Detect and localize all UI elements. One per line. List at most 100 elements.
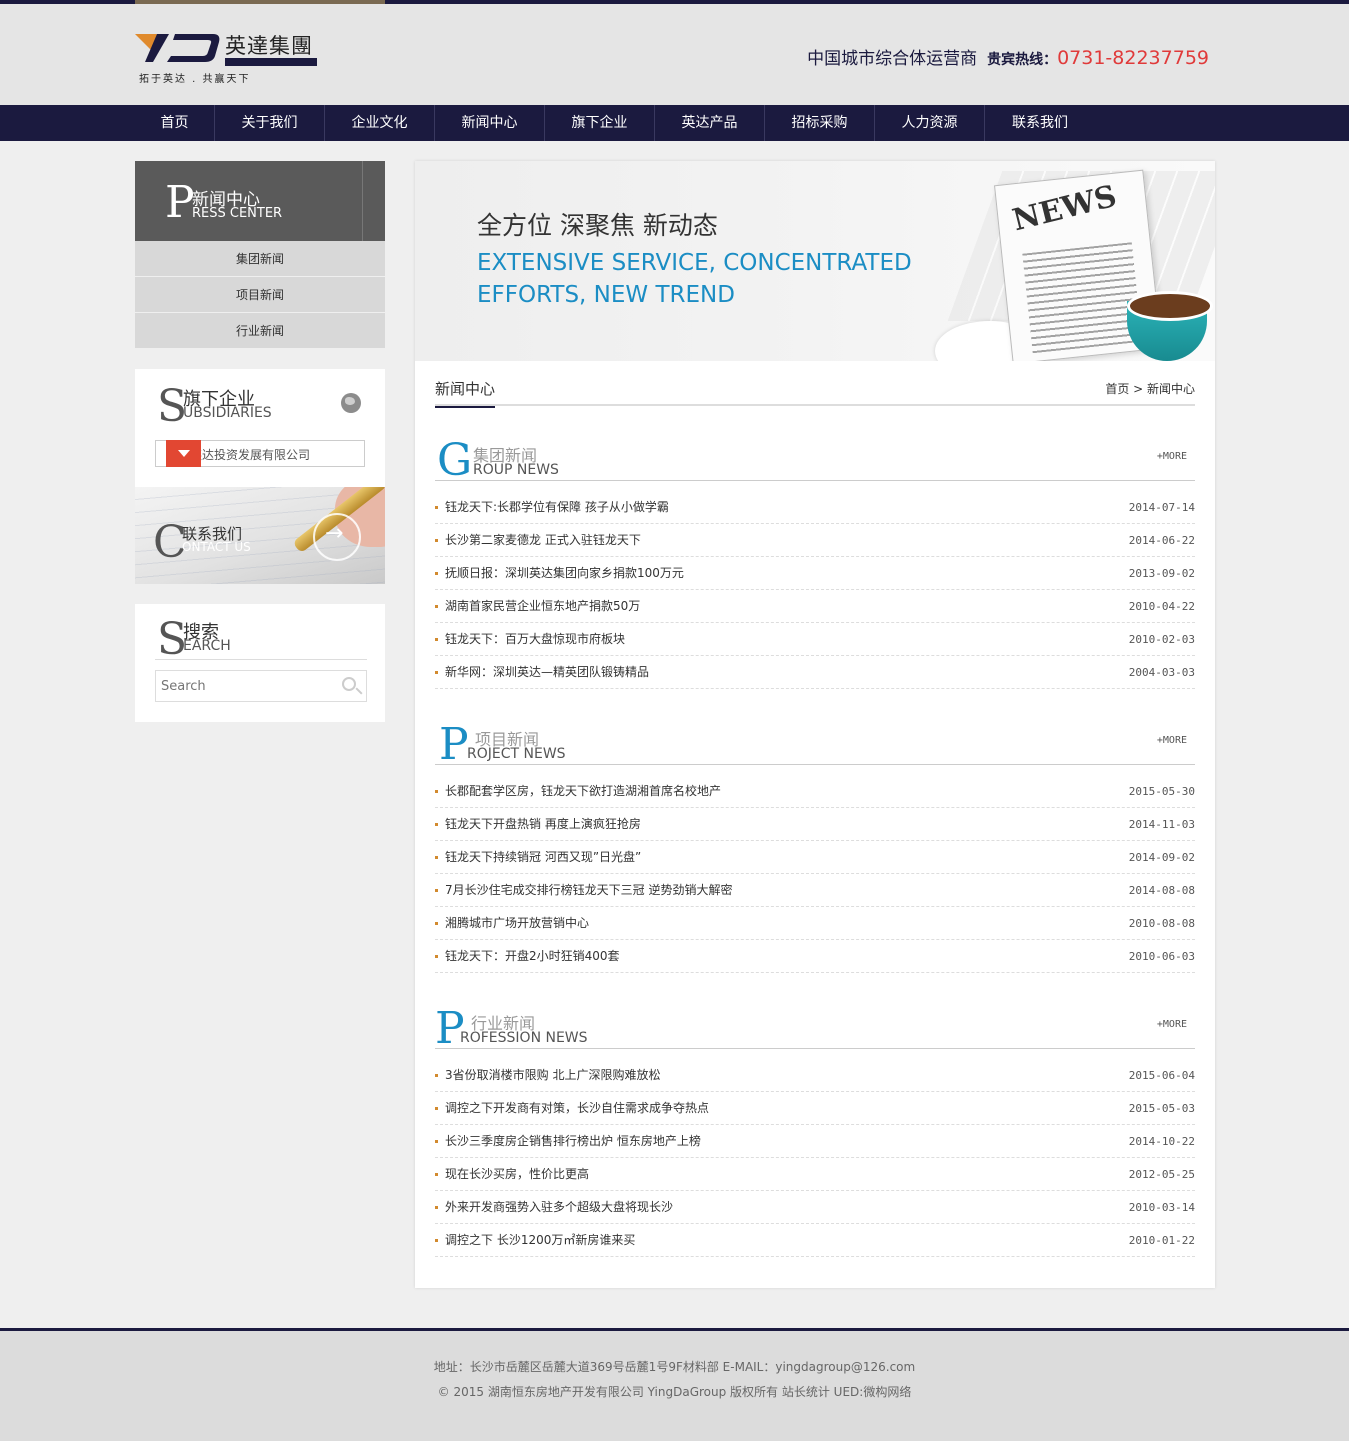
news-item[interactable]: 钰龙天下：百万大盘惊现市府板块 2010-02-03 [435,623,1195,656]
news-item[interactable]: 抚顺日报：深圳英达集团向家乡捐款100万元 2013-09-02 [435,557,1195,590]
news-date: 2014-10-22 [1128,1135,1195,1148]
newspaper-lines [1022,242,1143,354]
news-item[interactable]: 钰龙天下持续销冠 河西又现”日光盘” 2014-09-02 [435,841,1195,874]
search-divider [155,659,367,660]
news-title[interactable]: 7月长沙住宅成交排行榜钰龙天下三冠 逆势劲销大解密 [445,883,732,897]
search-input[interactable] [156,671,336,701]
news-item[interactable]: 钰龙天下：开盘2小时狂销400套 2010-06-03 [435,940,1195,973]
nav-item-hr[interactable]: 人力资源 [875,105,985,141]
project-news-section: P 项目新闻 ROJECT NEWS +MORE 长郡配套学区房，钰龙天下欲打造… [435,719,1195,973]
search-icon[interactable] [342,677,356,691]
hotline-label: 贵宾热线： [987,52,1058,68]
news-title[interactable]: 调控之下 长沙1200万㎡新房谁来买 [445,1233,635,1247]
news-date: 2010-06-03 [1128,950,1195,963]
news-title[interactable]: 3省份取消楼市限购 北上广深限购难放松 [445,1068,660,1082]
more-link[interactable]: +MORE [1157,1019,1187,1030]
sidebar-item-project-news[interactable]: 项目新闻 [135,277,385,313]
footer-copyright: © 2015 湖南恒东房地产开发有限公司 YingDaGroup 版权所有 站长… [437,1385,912,1399]
subsidiaries-box: S 旗下企业 UBSIDIARIES 深圳英达投资发展有限公司 [135,369,385,487]
news-banner: NEWS 全方位 深聚焦 新动态 EXTENSIVE SERVICE, CONC… [415,161,1215,361]
nav-item-contact[interactable]: 联系我们 [985,105,1095,141]
news-title[interactable]: 湘腾城市广场开放营销中心 [445,916,589,930]
news-item[interactable]: 3省份取消楼市限购 北上广深限购难放松 2015-06-04 [435,1059,1195,1092]
section-subtitle: ROUP NEWS [473,462,559,478]
news-date: 2010-02-03 [1128,633,1195,646]
site-logo[interactable]: 英達集團 拓于英达 . 共赢天下 [135,28,335,88]
news-title[interactable]: 抚顺日报：深圳英达集团向家乡捐款100万元 [445,566,684,580]
contact-us-banner[interactable]: C 联系我们 ONTACT US [135,487,385,584]
sidebar-item-industry-news[interactable]: 行业新闻 [135,313,385,349]
news-date: 2015-06-04 [1128,1069,1195,1082]
news-date: 2015-05-03 [1128,1102,1195,1115]
footer-address: 地址：长沙市岳麓区岳麓大道369号岳麓1号9F材料部 E-MAIL：yingda… [433,1360,916,1374]
news-list: 钰龙天下:长郡学位有保障 孩子从小做学霸 2014-07-14 长沙第二家麦德龙 … [435,491,1195,689]
news-date: 2012-05-25 [1128,1168,1195,1181]
section-letter: P [439,719,469,770]
news-title[interactable]: 长沙三季度房企销售排行榜出炉 恒东房地产上榜 [445,1134,701,1148]
section-subtitle: ROJECT NEWS [467,746,566,762]
arrow-right-icon[interactable] [313,513,361,561]
news-title[interactable]: 钰龙天下：百万大盘惊现市府板块 [445,632,625,646]
news-item[interactable]: 钰龙天下:长郡学位有保障 孩子从小做学霸 2014-07-14 [435,491,1195,524]
news-item[interactable]: 7月长沙住宅成交排行榜钰龙天下三冠 逆势劲销大解密 2014-08-08 [435,874,1195,907]
news-item[interactable]: 调控之下开发商有对策，长沙自住需求成争夺热点 2015-05-03 [435,1092,1195,1125]
nav-item-culture[interactable]: 企业文化 [325,105,435,141]
breadcrumb[interactable]: 首页 > 新闻中心 [1105,380,1195,397]
news-title[interactable]: 长郡配套学区房，钰龙天下欲打造湖湘首席名校地产 [445,784,721,798]
news-title[interactable]: 长沙第二家麦德龙 正式入驻钰龙天下 [445,533,641,547]
press-center-letter: P [165,177,195,228]
news-item[interactable]: 调控之下 长沙1200万㎡新房谁来买 2010-01-22 [435,1224,1195,1257]
logo-text: 英達集團 [225,34,313,58]
news-title[interactable]: 湖南首家民营企业恒东地产捐款50万 [445,599,640,613]
news-date: 2014-11-03 [1128,818,1195,831]
news-title[interactable]: 钰龙天下:长郡学位有保障 孩子从小做学霸 [445,500,669,514]
press-center-header: P 新闻中心 RESS CENTER [135,161,385,241]
dropdown-arrow-icon[interactable] [166,440,201,467]
nav-item-subsidiaries[interactable]: 旗下企业 [545,105,655,141]
news-title[interactable]: 钰龙天下：开盘2小时狂销400套 [445,949,620,963]
search-field[interactable] [155,670,367,702]
sidebar-item-group-news[interactable]: 集团新闻 [135,241,385,277]
news-date: 2010-03-14 [1128,1201,1195,1214]
search-subtitle: EARCH [183,638,231,654]
news-item[interactable]: 长沙第二家麦德龙 正式入驻钰龙天下 2014-06-22 [435,524,1195,557]
group-news-section: G 集团新闻 ROUP NEWS +MORE 钰龙天下:长郡学位有保障 孩子从小… [435,439,1195,689]
subsidiaries-select[interactable]: 深圳英达投资发展有限公司 [155,440,365,467]
hotline-number: 0731-82237759 [1057,47,1209,69]
more-link[interactable]: +MORE [1157,451,1187,462]
news-item[interactable]: 长沙三季度房企销售排行榜出炉 恒东房地产上榜 2014-10-22 [435,1125,1195,1158]
news-item[interactable]: 湘腾城市广场开放营销中心 2010-08-08 [435,907,1195,940]
globe-icon [341,393,361,413]
section-title-bar: 新闻中心 首页 > 新闻中心 [435,376,1195,408]
news-title[interactable]: 现在长沙买房，性价比更高 [445,1167,589,1181]
nav-item-about[interactable]: 关于我们 [215,105,325,141]
page-title: 新闻中心 [435,378,496,408]
news-item[interactable]: 现在长沙买房，性价比更高 2012-05-25 [435,1158,1195,1191]
news-title[interactable]: 调控之下开发商有对策，长沙自住需求成争夺热点 [445,1101,709,1115]
news-item[interactable]: 湖南首家民营企业恒东地产捐款50万 2010-04-22 [435,590,1195,623]
main-content: NEWS 全方位 深聚焦 新动态 EXTENSIVE SERVICE, CONC… [415,161,1215,1288]
news-item[interactable]: 外来开发商强势入驻多个超级大盘将现长沙 2010-03-14 [435,1191,1195,1224]
site-header: 英達集團 拓于英达 . 共赢天下 中国城市综合体运营商 贵宾热线：0731-822… [0,4,1349,105]
news-item[interactable]: 长郡配套学区房，钰龙天下欲打造湖湘首席名校地产 2015-05-30 [435,775,1195,808]
news-item[interactable]: 新华网：深圳英达—精英团队锻铸精品 2004-03-03 [435,656,1195,689]
subsidiaries-subtitle: UBSIDIARIES [183,405,272,421]
news-date: 2014-09-02 [1128,851,1195,864]
nav-item-home[interactable]: 首页 [135,105,215,141]
nav-item-news[interactable]: 新闻中心 [435,105,545,141]
header-tagline: 中国城市综合体运营商 [807,49,978,69]
news-date: 2015-05-30 [1128,785,1195,798]
more-link[interactable]: +MORE [1157,735,1187,746]
news-date: 2010-08-08 [1128,917,1195,930]
section-subtitle: ROFESSION NEWS [460,1030,588,1046]
news-item[interactable]: 钰龙天下开盘热销 再度上演疯狂抢房 2014-11-03 [435,808,1195,841]
news-title[interactable]: 外来开发商强势入驻多个超级大盘将现长沙 [445,1200,673,1214]
logo-mark-icon [135,34,220,62]
nav-item-procurement[interactable]: 招标采购 [765,105,875,141]
nav-item-products[interactable]: 英达产品 [655,105,765,141]
news-title[interactable]: 钰龙天下开盘热销 再度上演疯狂抢房 [445,817,641,831]
news-title[interactable]: 钰龙天下持续销冠 河西又现”日光盘” [445,850,641,864]
news-list: 3省份取消楼市限购 北上广深限购难放松 2015-06-04 调控之下开发商有对策… [435,1059,1195,1257]
news-title[interactable]: 新华网：深圳英达—精英团队锻铸精品 [445,665,649,679]
news-date: 2004-03-03 [1128,666,1195,679]
